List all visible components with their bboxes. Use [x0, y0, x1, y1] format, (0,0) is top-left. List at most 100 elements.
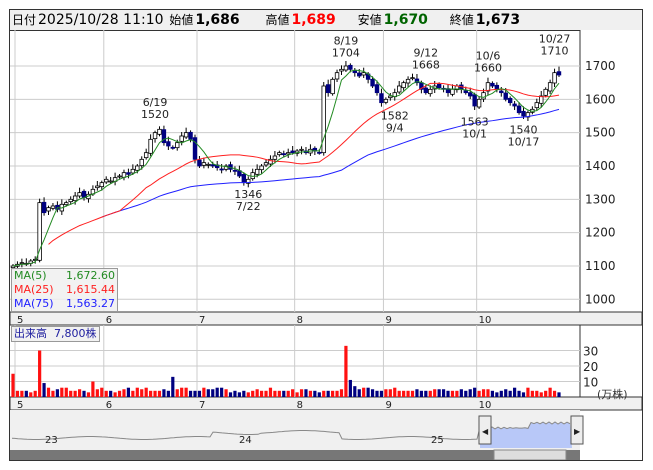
volume-bar [339, 389, 344, 397]
candle [361, 72, 366, 76]
volume-tick-label: 10 [583, 376, 598, 390]
candle [254, 168, 260, 175]
annotation-date: 10/17 [508, 135, 540, 148]
scrollbar-thumb[interactable] [493, 449, 567, 460]
volume-label: 出来高 [14, 327, 47, 340]
volume-bar [259, 390, 264, 397]
price-tick-label: 1200 [585, 226, 616, 240]
candle [108, 180, 113, 183]
volume-value: 7,800株 [54, 327, 97, 340]
volume-bar [24, 390, 28, 397]
volume-bar [513, 387, 517, 397]
ma5-label: MA(5) [14, 269, 47, 282]
candle [317, 151, 322, 154]
volume-bar [109, 390, 113, 397]
candle [543, 88, 548, 96]
candle [179, 135, 184, 142]
candle [405, 78, 411, 84]
volume-bar [410, 390, 415, 397]
chevron-right-icon: ▶ [574, 427, 581, 436]
candle [521, 110, 526, 117]
volume-bar [117, 390, 122, 397]
candle [210, 164, 215, 167]
ma75-value: 1,563.27 [66, 297, 115, 310]
volume-bar [548, 387, 552, 397]
volume-bar [268, 387, 273, 397]
volume-tick-label: 30 [583, 345, 598, 359]
candle [135, 165, 140, 171]
volume-bar [264, 390, 268, 397]
price-tick-label: 1700 [585, 59, 616, 73]
candle [379, 93, 384, 104]
chevron-left-icon: ◀ [482, 427, 489, 436]
volume-bar [77, 389, 82, 397]
volume-bar [388, 389, 392, 397]
volume-bar [517, 390, 521, 397]
volume-bar [273, 390, 277, 397]
volume-bar [459, 389, 463, 397]
volume-bar [33, 390, 37, 397]
volume-bar [308, 390, 313, 397]
annotation-value: 1710 [541, 45, 569, 58]
navigator-year-label: 25 [431, 435, 444, 446]
volume-bar [51, 390, 55, 397]
volume-bar [370, 389, 375, 397]
candle [206, 163, 211, 166]
candle [352, 70, 358, 74]
price-tick-label: 1000 [585, 292, 616, 306]
candle [152, 132, 158, 140]
volume-bar [348, 379, 352, 397]
volume-bar [441, 389, 446, 397]
volume-bar [286, 390, 290, 397]
annotation-date: 9/4 [386, 121, 404, 134]
volume-bar [464, 390, 468, 397]
volume-bar [149, 390, 153, 397]
volume-bar [153, 390, 157, 397]
ma75-line [101, 108, 560, 218]
price-volume-chart[interactable]: 1000 1100 1200 1300 1400 1500 1600 1700 10 2030 5 5… [10, 10, 642, 460]
volume-bar [468, 389, 472, 397]
volume-bar [144, 387, 148, 397]
volume-bar [304, 389, 308, 397]
volume-bar [455, 390, 459, 397]
candle [286, 152, 291, 155]
volume-bar [295, 392, 299, 397]
volume-bar [237, 392, 241, 397]
volume-bar [357, 389, 361, 397]
volume-bar [215, 387, 219, 397]
candle [436, 83, 442, 89]
volume-bar [211, 389, 215, 397]
candle [516, 105, 522, 114]
candle [104, 178, 109, 183]
volume-bar [495, 392, 499, 397]
candle [423, 87, 429, 94]
candle [50, 205, 56, 209]
volume-bar [38, 350, 42, 397]
volume-bar [544, 390, 548, 397]
candle [241, 173, 247, 184]
volume-bar [535, 390, 539, 397]
month-label: 8 [297, 315, 303, 326]
candle [148, 138, 153, 154]
candle [201, 162, 207, 166]
candle [499, 90, 504, 94]
volume-bar [100, 387, 104, 397]
annotation-date: 7/22 [236, 200, 261, 213]
volume-bar [220, 387, 224, 397]
month-label: 7 [199, 315, 205, 326]
volume-legend: 出来高 7,800株 [11, 326, 100, 342]
volume-bar [91, 381, 95, 397]
candle [130, 168, 136, 174]
volume-bar [415, 389, 419, 397]
volume-bar [428, 390, 432, 397]
volume-bar [104, 390, 108, 397]
candle [410, 77, 415, 80]
volume-bar [433, 389, 437, 397]
month-label: 6 [106, 400, 112, 411]
volume-bar [375, 390, 379, 397]
ma75-label: MA(75) [14, 297, 54, 310]
candle [494, 84, 500, 90]
volume-bar [126, 387, 131, 397]
volume-bar [526, 387, 530, 397]
candle [197, 159, 202, 167]
